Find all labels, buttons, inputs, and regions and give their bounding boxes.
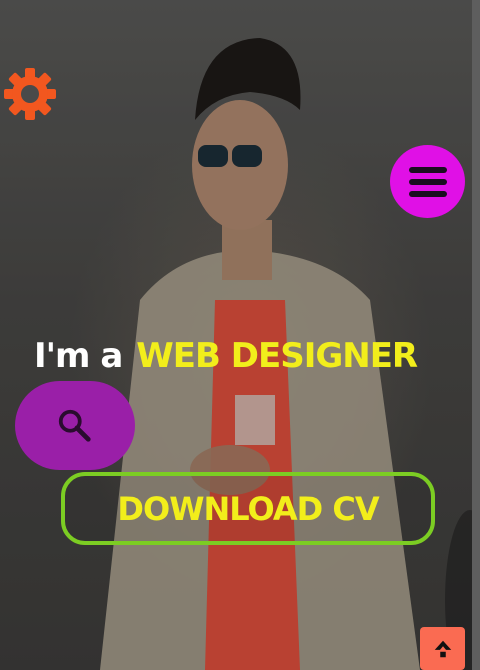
headline-lead: I'm a bbox=[34, 336, 123, 376]
scrollbar-track[interactable] bbox=[472, 0, 480, 670]
hamburger-menu-icon bbox=[408, 166, 447, 173]
search-button[interactable] bbox=[15, 381, 135, 470]
hero-section bbox=[0, 0, 480, 670]
scroll-to-top-icon bbox=[434, 640, 451, 657]
hamburger-menu-icon-bar-2 bbox=[408, 178, 447, 185]
search-icon bbox=[58, 409, 91, 442]
scroll-to-top-button[interactable] bbox=[420, 627, 465, 670]
settings-button[interactable] bbox=[3, 67, 57, 121]
menu-button[interactable] bbox=[390, 145, 465, 218]
download-cv-button[interactable]: DOWNLOAD CV bbox=[61, 472, 435, 545]
headline-role: WEB DESIGNER bbox=[136, 336, 418, 376]
hamburger-menu-icon-bar-3 bbox=[408, 190, 447, 197]
gear-icon bbox=[4, 68, 56, 120]
hero-headline: I'm a WEB DESIGNER bbox=[34, 336, 418, 376]
hero-dim-overlay bbox=[0, 0, 480, 670]
